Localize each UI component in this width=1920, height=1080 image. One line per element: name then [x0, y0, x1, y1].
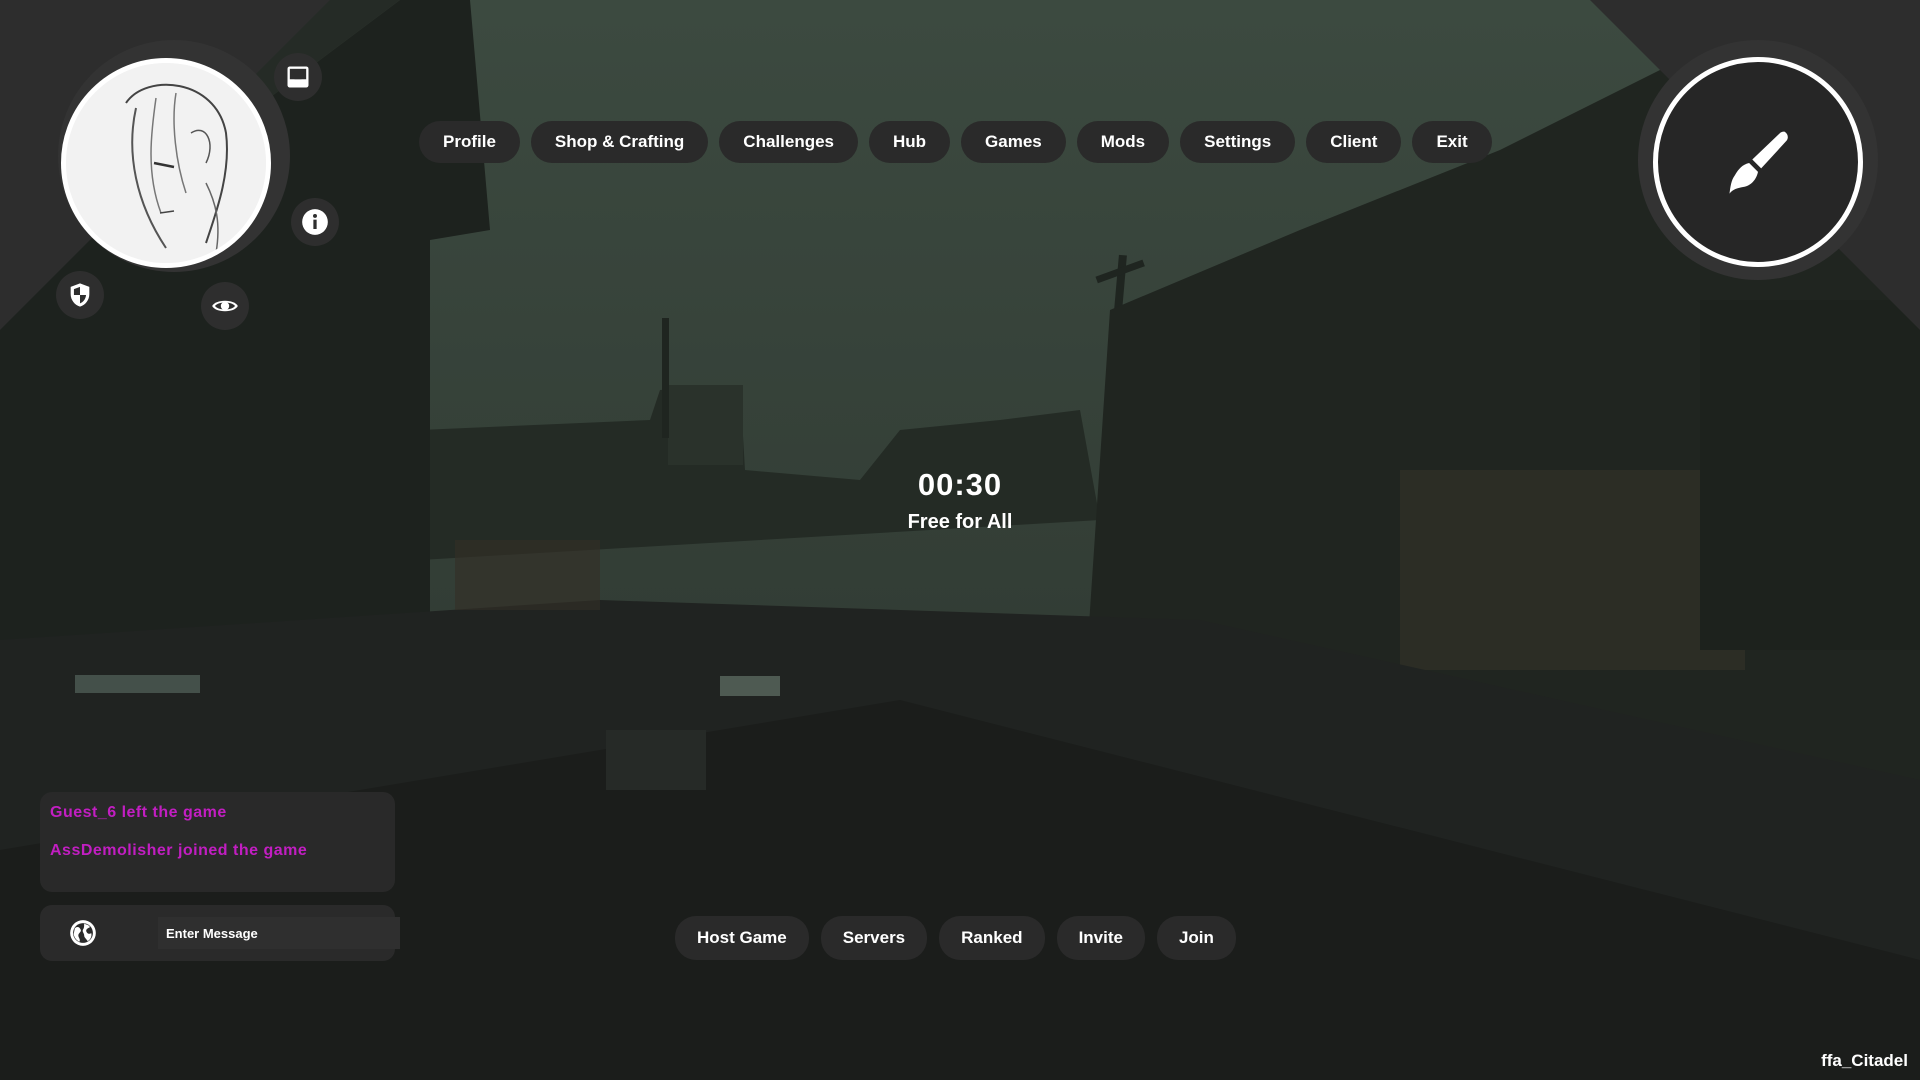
servers-button[interactable]: Servers	[820, 916, 928, 960]
ranked-button[interactable]: Ranked	[939, 916, 1045, 960]
shield-button[interactable]	[56, 271, 104, 319]
chat-message: Guest_6 left the game	[50, 804, 227, 821]
join-button[interactable]: Join	[1156, 916, 1236, 960]
nav-challenges[interactable]: Challenges	[719, 121, 858, 163]
nav-mods[interactable]: Mods	[1076, 121, 1170, 163]
info-button[interactable]	[291, 198, 339, 246]
eye-icon	[212, 300, 238, 312]
anime-avatar-image	[66, 63, 266, 263]
globe-icon[interactable]	[69, 919, 97, 947]
info-icon	[302, 209, 328, 235]
shield-icon	[70, 283, 90, 307]
chat-input-bar	[40, 905, 400, 961]
eye-button[interactable]	[201, 282, 249, 330]
inbox-icon	[287, 66, 309, 88]
nav-hub[interactable]: Hub	[869, 121, 951, 163]
nav-shop-crafting[interactable]: Shop & Crafting	[530, 121, 709, 163]
paint-brush-icon	[1729, 131, 1788, 194]
inbox-button[interactable]	[274, 53, 322, 101]
nav-games[interactable]: Games	[961, 121, 1066, 163]
nav-client[interactable]: Client	[1306, 121, 1402, 163]
chat-message: AssDemolisher joined the game	[50, 842, 308, 859]
nav-exit[interactable]: Exit	[1412, 121, 1492, 163]
map-name: ffa_Citadel	[1821, 1051, 1908, 1070]
match-timer: 00:30	[917, 467, 1003, 502]
game-mode-label: Free for All	[907, 511, 1013, 533]
chat-message-input[interactable]	[158, 917, 400, 949]
nav-settings[interactable]: Settings	[1180, 121, 1296, 163]
host-game-button[interactable]: Host Game	[675, 916, 809, 960]
play-actions: Host Game Servers Ranked Invite Join	[675, 916, 1236, 960]
chat-log: Guest_6 left the game AssDemolisher join…	[40, 792, 395, 892]
customize-button[interactable]	[1653, 57, 1863, 267]
nav-profile[interactable]: Profile	[419, 121, 520, 163]
main-menu-nav: Profile Shop & Crafting Challenges Hub G…	[419, 121, 1492, 163]
avatar[interactable]	[61, 58, 271, 268]
invite-button[interactable]: Invite	[1056, 916, 1145, 960]
